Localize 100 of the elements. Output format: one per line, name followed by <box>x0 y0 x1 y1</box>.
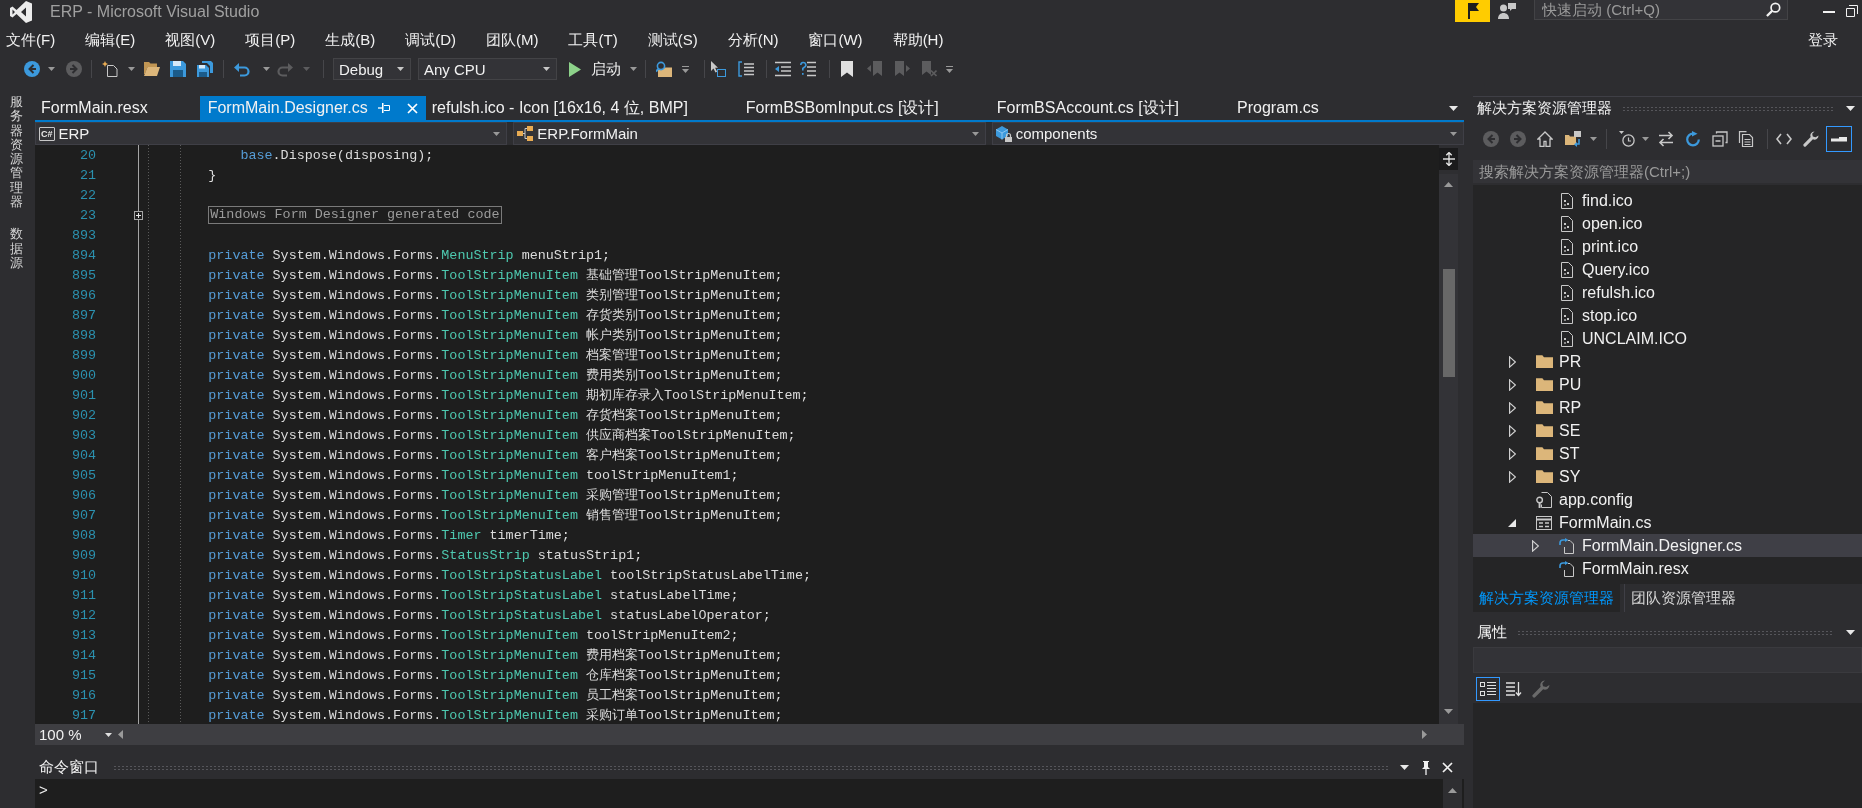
menu-item[interactable]: 调试(D) <box>399 26 462 54</box>
person-speech-icon[interactable] <box>1498 3 1516 19</box>
class-dropdown[interactable]: ERP.FormMain <box>513 122 986 145</box>
zoom-dropdown[interactable]: 100 % <box>35 724 118 745</box>
arrow-lines-icon[interactable] <box>775 61 791 77</box>
expanded-triangle-icon[interactable] <box>1508 518 1516 527</box>
documents-icon[interactable] <box>1738 131 1754 147</box>
tree-item[interactable]: FormMain.resx <box>1473 557 1862 580</box>
tree-item[interactable]: RP <box>1473 396 1862 419</box>
panel-tab[interactable]: 解决方案资源管理器 <box>1473 584 1620 612</box>
folder-arrow-icon[interactable] <box>1565 131 1581 147</box>
tree-item[interactable]: SY <box>1473 465 1862 488</box>
save-all-icon[interactable] <box>197 61 213 77</box>
tree-item[interactable]: app.config <box>1473 488 1862 511</box>
split-handle-icon[interactable] <box>1442 152 1455 166</box>
search-field[interactable]: 搜索解决方案资源管理器(Ctrl+;) <box>1473 160 1862 183</box>
folder-magnifier-icon[interactable] <box>656 61 672 77</box>
platform-dropdown[interactable]: Any CPU <box>418 58 557 80</box>
document-tab[interactable]: FormBSBomInput.cs [设计] <box>739 96 991 120</box>
caret-icon[interactable] <box>543 67 550 71</box>
scroll-thumb[interactable] <box>1442 269 1455 377</box>
tree-item[interactable]: PR <box>1473 350 1862 373</box>
menu-item[interactable]: 测试(S) <box>641 26 704 54</box>
swap-arrows-icon[interactable] <box>1658 131 1674 147</box>
squares-minus-icon[interactable] <box>1712 131 1728 147</box>
folder-icon[interactable] <box>144 62 160 76</box>
document-tab[interactable]: FormMain.resx <box>35 96 200 120</box>
overflow-icon[interactable] <box>682 65 689 73</box>
tree-item[interactable]: PU <box>1473 373 1862 396</box>
caret-icon[interactable] <box>1400 765 1409 770</box>
menu-item[interactable]: 视图(V) <box>159 26 222 54</box>
collapsed-triangle-icon[interactable] <box>1508 355 1516 368</box>
code-editor[interactable] <box>35 145 1439 724</box>
tree-item[interactable]: FormMain.Designer.cs <box>1473 534 1862 557</box>
home-icon[interactable] <box>1537 131 1553 147</box>
collapsed-triangle-icon[interactable] <box>1508 447 1516 460</box>
pin-icon[interactable] <box>1421 760 1431 775</box>
menu-item[interactable]: 文件(F) <box>0 26 62 54</box>
caret-icon[interactable] <box>128 67 135 71</box>
caret-icon[interactable] <box>263 67 270 71</box>
caret-icon[interactable] <box>48 67 55 71</box>
tree-item[interactable]: refulsh.ico <box>1473 281 1862 304</box>
menu-item[interactable]: 帮助(H) <box>886 26 950 54</box>
scroll-up-icon[interactable] <box>1444 182 1453 187</box>
menu-item[interactable]: 窗口(W) <box>802 26 869 54</box>
vertical-scrollbar[interactable] <box>1439 174 1458 724</box>
tree-item[interactable]: find.ico <box>1473 189 1862 212</box>
document-star-icon[interactable] <box>102 61 118 77</box>
collapsed-triangle-icon[interactable] <box>1508 424 1516 437</box>
overflow-icon[interactable] <box>946 65 953 73</box>
tree-item[interactable]: FormMain.cs <box>1473 511 1862 534</box>
side-tab[interactable]: 服务器资源管理器 <box>10 95 23 210</box>
wrench-icon[interactable] <box>1803 131 1819 147</box>
caret-icon[interactable] <box>397 67 404 71</box>
restore-icon[interactable] <box>1846 5 1858 17</box>
tree-item[interactable]: SE <box>1473 419 1862 442</box>
tree-item[interactable]: print.ico <box>1473 235 1862 258</box>
caret-icon[interactable] <box>105 732 112 737</box>
project-dropdown[interactable]: C# ERP <box>35 122 508 145</box>
collapsed-triangle-icon[interactable] <box>1508 470 1516 483</box>
side-tab[interactable]: 数据源 <box>10 227 23 271</box>
sorted-list-icon[interactable] <box>1503 679 1523 699</box>
document-tab[interactable]: refulsh.ico - Icon [16x16, 4 位, BMP] <box>425 96 740 120</box>
undo-icon[interactable] <box>234 61 250 77</box>
menu-item[interactable]: 团队(M) <box>480 26 545 54</box>
caret-icon[interactable] <box>1846 106 1855 111</box>
quick-launch-field[interactable]: 快速启动 (Ctrl+Q) <box>1534 0 1788 20</box>
tree-item[interactable]: ST <box>1473 442 1862 465</box>
code-brackets-icon[interactable] <box>1776 133 1792 145</box>
flag-icon[interactable] <box>1455 0 1490 22</box>
document-tab[interactable]: FormBSAccount.cs [设计] <box>990 96 1232 120</box>
sign-in-link[interactable]: 登录 <box>1806 26 1840 54</box>
menu-item[interactable]: 生成(B) <box>319 26 382 54</box>
caret-icon[interactable] <box>1846 630 1855 635</box>
close-icon[interactable] <box>1442 762 1453 773</box>
question-lines-icon[interactable] <box>800 61 816 77</box>
scroll-right-icon[interactable] <box>1422 730 1427 739</box>
caret-icon[interactable] <box>1449 105 1458 111</box>
plus-box-icon[interactable] <box>134 210 143 220</box>
scroll-up-icon[interactable] <box>1448 788 1457 793</box>
tree-item[interactable]: Query.ico <box>1473 258 1862 281</box>
tree-item[interactable]: UNCLAIM.ICO <box>1473 327 1862 350</box>
tree-item[interactable]: stop.ico <box>1473 304 1862 327</box>
refresh-icon[interactable] <box>1685 131 1701 147</box>
menu-item[interactable]: 工具(T) <box>562 26 624 54</box>
menu-item[interactable]: 项目(P) <box>239 26 302 54</box>
configuration-dropdown[interactable]: Debug <box>333 58 411 80</box>
bookmark-icon[interactable] <box>841 61 853 77</box>
panel-bar-icon[interactable] <box>1826 126 1852 152</box>
caret-icon[interactable] <box>630 67 637 71</box>
start-button[interactable]: 启动 <box>566 58 627 80</box>
document-tab[interactable]: Program.cs <box>1231 96 1371 120</box>
search-icon[interactable] <box>1766 2 1781 17</box>
categorized-list-icon[interactable] <box>1476 677 1500 701</box>
menu-item[interactable]: 编辑(E) <box>79 26 142 54</box>
scroll-down-icon[interactable] <box>1444 709 1453 714</box>
menu-item[interactable]: 分析(N) <box>721 26 785 54</box>
caret-icon[interactable] <box>1642 137 1649 141</box>
member-dropdown[interactable]: components <box>991 122 1464 145</box>
back-icon[interactable] <box>24 61 40 77</box>
